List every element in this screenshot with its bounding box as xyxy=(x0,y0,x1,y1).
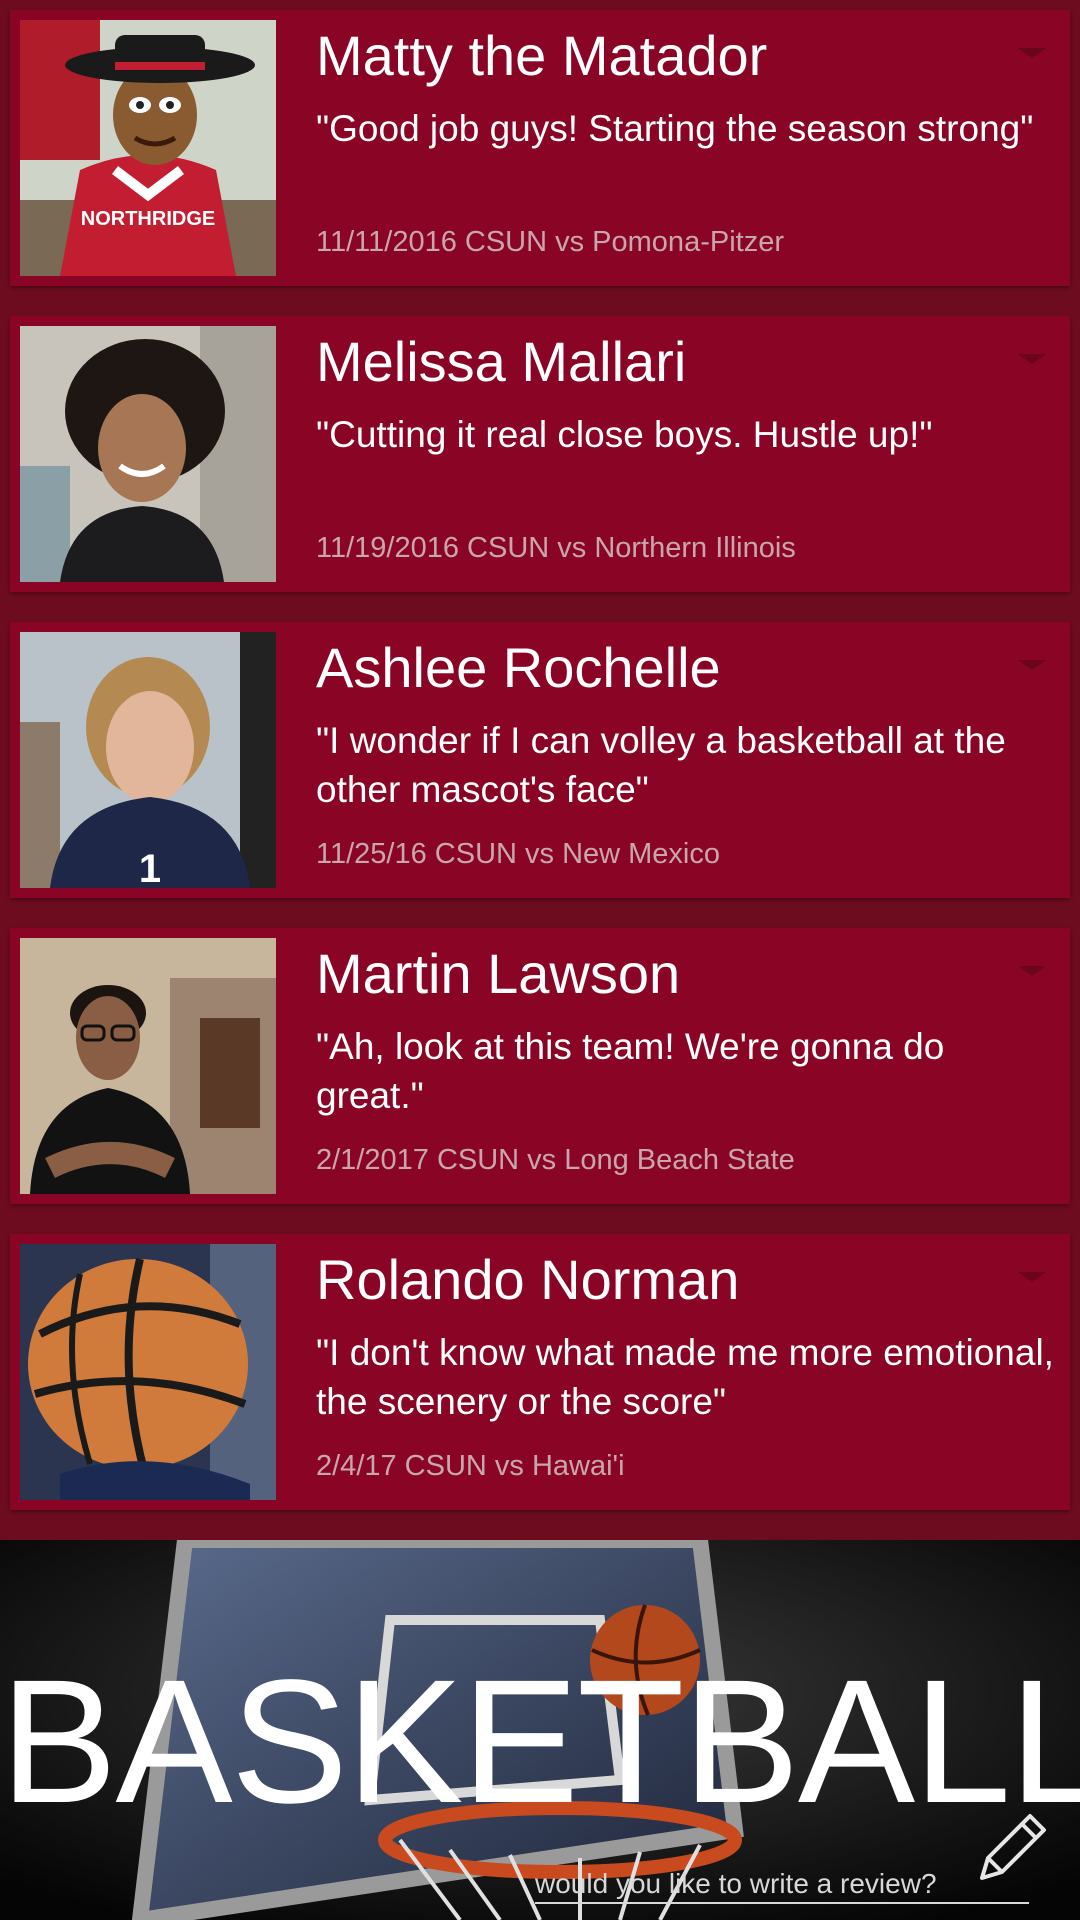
pencil-icon[interactable] xyxy=(974,1806,1054,1886)
mascot-photo: NORTHRIDGE xyxy=(20,20,276,276)
review-card[interactable]: Melissa Mallari "Cutting it real close b… xyxy=(10,316,1070,592)
reviewer-name: Ashlee Rochelle xyxy=(316,636,721,699)
review-card[interactable]: 1 Ashlee Rochelle "I wonder if I can vol… xyxy=(10,622,1070,898)
svg-text:NORTHRIDGE: NORTHRIDGE xyxy=(81,208,215,230)
reviewer-name: Melissa Mallari xyxy=(316,330,687,393)
chevron-down-icon[interactable] xyxy=(1016,350,1048,370)
person-photo xyxy=(20,938,276,1194)
reviewer-name: Rolando Norman xyxy=(316,1248,740,1311)
review-card[interactable]: Martin Lawson "Ah, look at this team! We… xyxy=(10,928,1070,1204)
review-meta: 11/25/16 CSUN vs New Mexico xyxy=(316,838,721,870)
review-meta: 11/11/2016 CSUN vs Pomona-Pitzer xyxy=(316,226,784,258)
reviewer-name: Martin Lawson xyxy=(316,942,681,1005)
review-quote: "Good job guys! Starting the season stro… xyxy=(316,108,1034,149)
fan-photo xyxy=(20,1244,276,1500)
review-list: NORTHRIDGE Matty the Matador "Good job g… xyxy=(0,0,1080,1540)
chevron-down-icon[interactable] xyxy=(1016,44,1048,64)
basketball-banner: BASKETBALL would you like to write a rev… xyxy=(0,1540,1080,1920)
chevron-down-icon[interactable] xyxy=(1016,962,1048,982)
review-quote: "I don't know what made me more emotiona… xyxy=(316,1332,1054,1422)
chevron-down-icon[interactable] xyxy=(1016,656,1048,676)
review-quote: "Ah, look at this team! We're gonna do g… xyxy=(316,1026,945,1116)
review-quote: "Cutting it real close boys. Hustle up!" xyxy=(316,414,933,455)
review-card[interactable]: NORTHRIDGE Matty the Matador "Good job g… xyxy=(10,10,1070,286)
review-quote: "I wonder if I can volley a basketball a… xyxy=(316,720,1006,810)
banner-title: BASKETBALL xyxy=(0,1644,1080,1840)
person-photo xyxy=(20,326,276,582)
chevron-down-icon[interactable] xyxy=(1016,1268,1048,1288)
write-review-link[interactable]: would you like to write a review? xyxy=(535,1866,1029,1904)
reviewer-name: Matty the Matador xyxy=(316,24,768,87)
svg-text:1: 1 xyxy=(139,847,161,888)
review-card[interactable]: Rolando Norman "I don't know what made m… xyxy=(10,1234,1070,1510)
review-meta: 2/4/17 CSUN vs Hawai'i xyxy=(316,1450,625,1482)
review-meta: 11/19/2016 CSUN vs Northern Illinois xyxy=(316,532,796,564)
person-photo: 1 xyxy=(20,632,276,888)
review-meta: 2/1/2017 CSUN vs Long Beach State xyxy=(316,1144,795,1176)
